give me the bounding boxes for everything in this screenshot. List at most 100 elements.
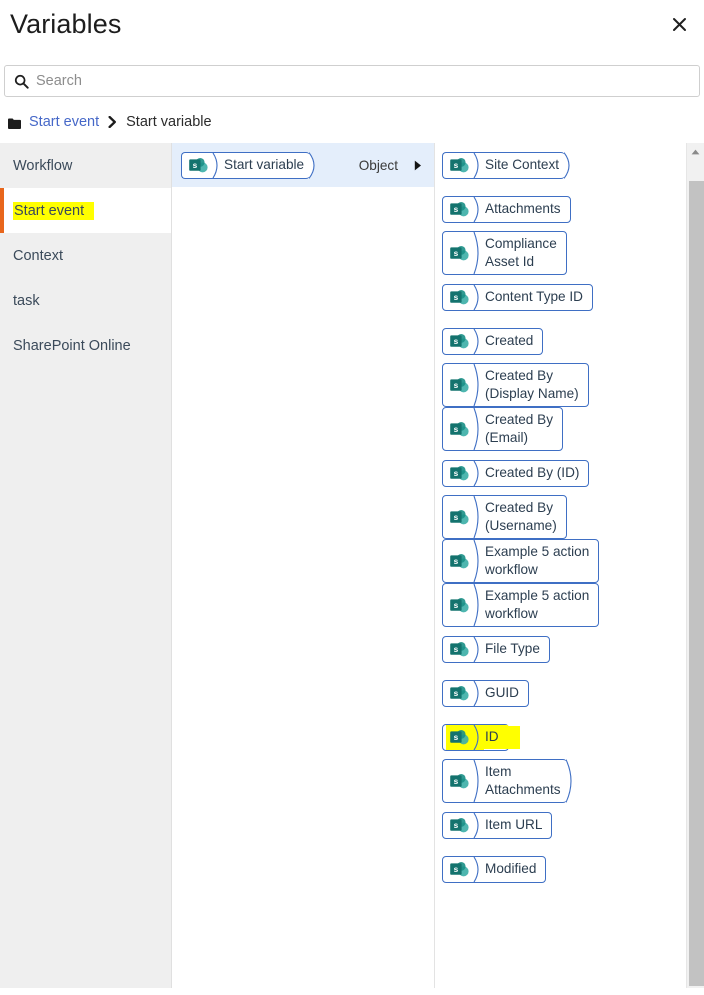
sharepoint-icon: s [446,417,473,442]
sidebar-item-workflow[interactable]: Workflow [0,143,171,188]
variable-pill[interactable]: s Item Attachments [442,759,572,803]
variable-pill[interactable]: s Content Type ID [442,283,593,311]
variable-label: Modified [485,861,537,876]
expand-caret-icon[interactable] [412,160,424,171]
variable-pill[interactable]: s Created [442,327,544,355]
variable-pill[interactable]: s Item URL [442,811,553,839]
search-input[interactable] [36,67,636,95]
breadcrumb-link-start-event[interactable]: Start event [29,114,99,130]
sharepoint-icon: s [446,197,473,222]
search-box[interactable] [4,65,700,97]
middle-variable-label: Start variable [224,157,305,172]
variable-pill[interactable]: s File Type [442,635,550,663]
vertical-scrollbar[interactable] [686,143,704,988]
variable-label: Created By (Display Name) [485,368,579,401]
pill-expand-tip [563,151,578,179]
variable-row[interactable]: sModifiedDateTime [435,847,704,891]
pill-divider [473,812,484,838]
variable-row[interactable]: sSite ContextObject [435,143,704,187]
variable-row[interactable]: sCreated By (ID)Integer [435,451,704,495]
middle-column: s Start variable Object [172,143,435,988]
variable-pill[interactable]: s ID [442,723,520,751]
variable-label: Item URL [485,817,543,832]
variable-pill[interactable]: s Compliance Asset Id [442,231,567,275]
scrollbar-track[interactable] [688,161,704,988]
middle-row-start-variable[interactable]: s Start variable Object [172,143,434,187]
variable-row[interactable]: sCompliance Asset IdText [435,231,704,275]
variable-label: Attachments [485,201,561,216]
sharepoint-icon: s [446,153,473,178]
variable-pill[interactable]: s Created By (ID) [442,459,590,487]
variable-row[interactable]: sItem URLText [435,803,704,847]
variable-pill[interactable]: s Created By (Email) [442,407,564,451]
sharepoint-icon: s [446,285,473,310]
variable-row[interactable]: sGUIDText [435,671,704,715]
svg-text:s: s [454,468,459,478]
columns-region: Workflow Start event Context task SharePoint… [0,143,704,988]
variable-label: Item Attachments [485,764,561,797]
variable-pill[interactable]: s Attachments [442,195,571,223]
variable-label: Example 5 action workflow [485,588,590,621]
variable-row[interactable]: sCreated By (Display Name)Text [435,363,704,407]
svg-text:s: s [454,204,459,214]
svg-text:s: s [454,556,459,566]
middle-variable-pill[interactable]: s Start variable [181,151,315,179]
svg-text:s: s [193,160,198,170]
pill-divider [473,856,484,882]
svg-text:s: s [454,160,459,170]
sharepoint-icon: s [446,593,473,618]
sharepoint-icon: s [446,769,473,794]
pill-divider [473,232,484,274]
variable-row[interactable]: sExample 5 action workflowText [435,539,704,583]
sharepoint-icon: s [446,373,473,398]
pill-divider [473,460,484,486]
svg-text:s: s [454,820,459,830]
pill-divider [473,496,484,538]
variable-label: Created By (Email) [485,412,554,445]
variable-pill[interactable]: s Created By (Username) [442,495,567,539]
close-icon[interactable] [664,9,694,39]
variable-pill[interactable]: s Example 5 action workflow [442,539,600,583]
svg-text:s: s [454,512,459,522]
pill-divider [473,328,484,354]
variable-pill[interactable]: s Created By (Display Name) [442,363,589,407]
sidebar-item-label: Workflow [13,157,73,174]
sidebar: Workflow Start event Context task SharePoint… [0,143,172,988]
sidebar-item-context[interactable]: Context [0,233,171,278]
scrollbar-thumb[interactable] [689,181,704,986]
variable-row[interactable]: sExample 5 action workflowText [435,583,704,627]
sharepoint-icon: s [446,724,473,750]
variable-row[interactable]: sCreatedDateTime [435,319,704,363]
variable-pill[interactable]: s Example 5 action workflow [442,583,600,627]
sidebar-item-task[interactable]: task [0,278,171,323]
variable-label: Site Context [485,157,560,172]
variable-label: Created [485,333,534,348]
variable-pill[interactable]: s Site Context [442,151,570,179]
svg-text:s: s [454,292,459,302]
sidebar-item-sharepoint-online[interactable]: SharePoint Online [0,323,171,368]
variable-row[interactable]: sContent Type IDText [435,275,704,319]
variable-row[interactable]: sFile TypeText [435,627,704,671]
svg-text:s: s [454,380,459,390]
svg-text:s: s [454,864,459,874]
variable-pill[interactable]: s GUID [442,679,529,707]
sharepoint-icon: s [446,329,473,354]
sharepoint-icon: s [446,813,473,838]
variable-label: Compliance Asset Id [485,236,557,269]
pill-divider [473,680,484,706]
sidebar-item-label: SharePoint Online [13,337,131,354]
variable-pill[interactable]: s Modified [442,855,547,883]
svg-text:s: s [454,336,459,346]
variable-row[interactable]: sIDInteger [435,715,704,759]
variable-label: Created By (ID) [485,465,580,480]
scroll-up-arrow-icon[interactable] [688,144,703,160]
variable-row[interactable]: sAttachmentsBoolean [435,187,704,231]
variable-row[interactable]: sCreated By (Email)Text [435,407,704,451]
sidebar-item-start-event[interactable]: Start event [0,188,171,233]
sidebar-item-label: task [13,292,40,309]
variable-row[interactable]: sItem AttachmentsCollection [435,759,704,803]
pill-divider [473,636,484,662]
variable-row[interactable]: sCreated By (Username)Text [435,495,704,539]
folder-icon [8,117,21,129]
middle-variable-type: Object [358,157,398,173]
